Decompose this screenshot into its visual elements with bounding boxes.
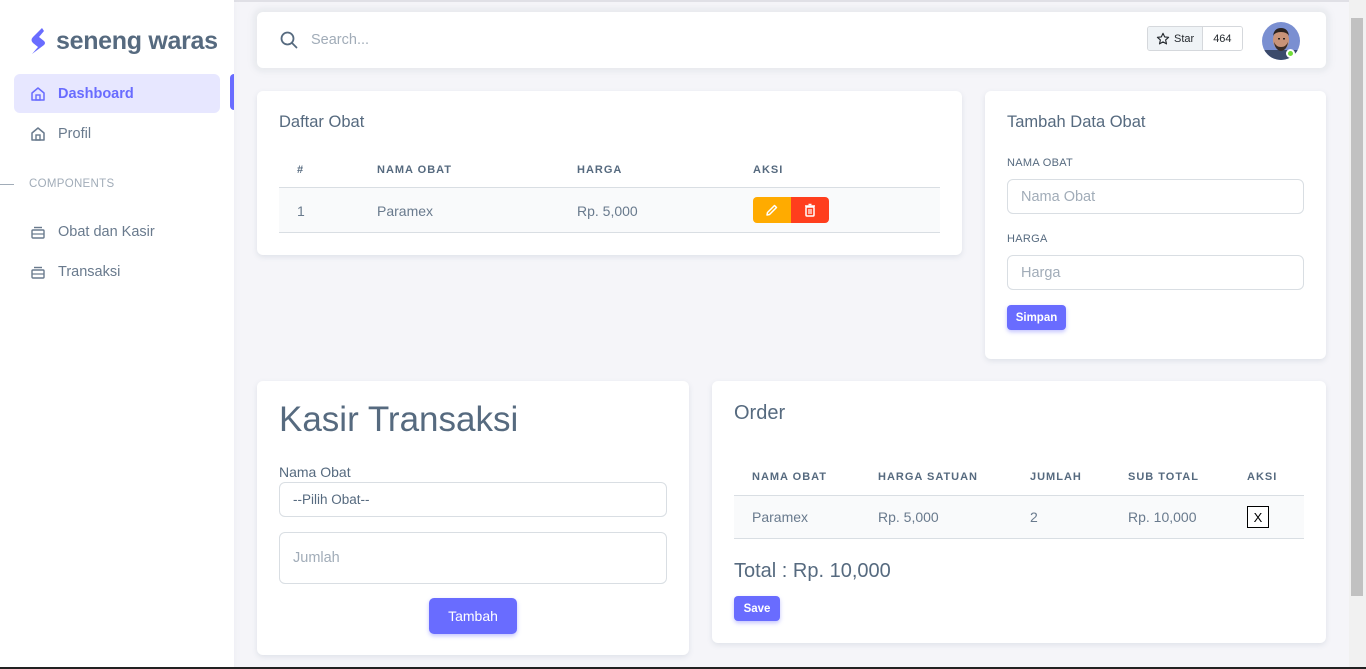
- simpan-button[interactable]: Simpan: [1007, 305, 1066, 330]
- table-header: AKSI: [753, 164, 784, 176]
- kasir-transaksi-card: Kasir Transaksi Nama Obat --Pilih Obat--…: [257, 381, 689, 655]
- remove-item-button[interactable]: X: [1247, 506, 1269, 528]
- sidebar-item-label: Profil: [58, 125, 92, 142]
- scrollbar-thumb[interactable]: [1351, 18, 1363, 596]
- row-sub-total: Rp. 10,000: [1128, 509, 1197, 525]
- divider: [0, 183, 14, 185]
- star-icon: [1156, 32, 1170, 44]
- harga-input[interactable]: [1007, 255, 1304, 290]
- row-harga: Rp. 5,000: [577, 203, 638, 219]
- top-navbar: Star 464: [257, 12, 1326, 68]
- order-total: Total : Rp. 10,000: [734, 560, 891, 582]
- row-nama-obat: Paramex: [752, 509, 809, 525]
- order-title: Order: [734, 402, 786, 424]
- sidebar: seneng waras Dashboard Profil COMPONENTS…: [0, 0, 234, 669]
- sidebar-item-obat-dan-kasir[interactable]: Obat dan Kasir: [14, 212, 220, 251]
- menu-section-header: COMPONENTS: [0, 178, 114, 190]
- github-star-button[interactable]: Star 464: [1147, 26, 1243, 51]
- kasir-title: Kasir Transaksi: [279, 400, 519, 439]
- jumlah-input[interactable]: [279, 532, 667, 584]
- nama-obat-input[interactable]: [1007, 179, 1304, 214]
- table-header: NAMA OBAT: [377, 164, 452, 176]
- nama-obat-label: NAMA OBAT: [1007, 157, 1074, 169]
- brand-logo-icon: [31, 28, 45, 54]
- sidebar-item-transaksi[interactable]: Transaksi: [14, 252, 220, 291]
- save-button[interactable]: Save: [734, 596, 780, 621]
- table-header: AKSI: [1247, 471, 1278, 483]
- nama-obat-label: Nama Obat: [279, 464, 351, 480]
- table-header: HARGA: [577, 164, 623, 176]
- row-harga-satuan: Rp. 5,000: [878, 509, 939, 525]
- table-header: #: [297, 164, 305, 176]
- divider: [279, 232, 940, 233]
- obat-select[interactable]: --Pilih Obat--: [279, 482, 667, 517]
- github-star[interactable]: Star: [1148, 27, 1204, 50]
- layers-icon: [31, 226, 45, 239]
- brand-name: seneng waras: [56, 26, 218, 55]
- sidebar-item-label: Obat dan Kasir: [58, 223, 155, 240]
- online-status-dot: [1286, 49, 1295, 58]
- table-header: SUB TOTAL: [1128, 471, 1199, 483]
- harga-label: HARGA: [1007, 233, 1048, 245]
- table-header: HARGA SATUAN: [878, 471, 978, 483]
- delete-button[interactable]: [791, 197, 829, 223]
- home-icon: [31, 86, 45, 101]
- pencil-icon: [766, 204, 778, 216]
- star-count[interactable]: 464: [1203, 27, 1242, 50]
- sidebar-item-dashboard[interactable]: Dashboard: [14, 74, 220, 113]
- table-header: NAMA OBAT: [752, 471, 827, 483]
- edit-button[interactable]: [753, 197, 791, 223]
- section-header-label: COMPONENTS: [29, 178, 115, 190]
- trash-icon: [805, 203, 815, 217]
- order-card: Order NAMA OBAT HARGA SATUAN JUMLAH SUB …: [712, 381, 1326, 643]
- sidebar-item-profil[interactable]: Profil: [14, 114, 220, 153]
- card-title: Tambah Data Obat: [1007, 113, 1146, 131]
- card-title: Daftar Obat: [279, 113, 365, 131]
- daftar-obat-card: Daftar Obat # NAMA OBAT HARGA AKSI 1 Par…: [257, 91, 962, 255]
- brand[interactable]: seneng waras: [28, 26, 218, 56]
- table-header: JUMLAH: [1030, 471, 1082, 483]
- sidebar-item-label: Transaksi: [58, 263, 121, 280]
- tambah-button[interactable]: Tambah: [429, 598, 517, 634]
- row-jumlah: 2: [1030, 509, 1038, 525]
- layers-icon: [31, 266, 45, 279]
- star-label: Star: [1174, 32, 1195, 45]
- divider: [734, 538, 1304, 539]
- search-input[interactable]: [311, 28, 811, 52]
- table-row: [734, 496, 1304, 538]
- row-number: 1: [297, 203, 305, 219]
- row-nama-obat: Paramex: [377, 203, 434, 219]
- sidebar-item-label: Dashboard: [58, 85, 134, 102]
- active-indicator: [230, 74, 234, 110]
- home-icon: [31, 126, 45, 141]
- search-icon: [280, 31, 298, 49]
- tambah-obat-card: Tambah Data Obat NAMA OBAT HARGA Simpan: [985, 91, 1326, 359]
